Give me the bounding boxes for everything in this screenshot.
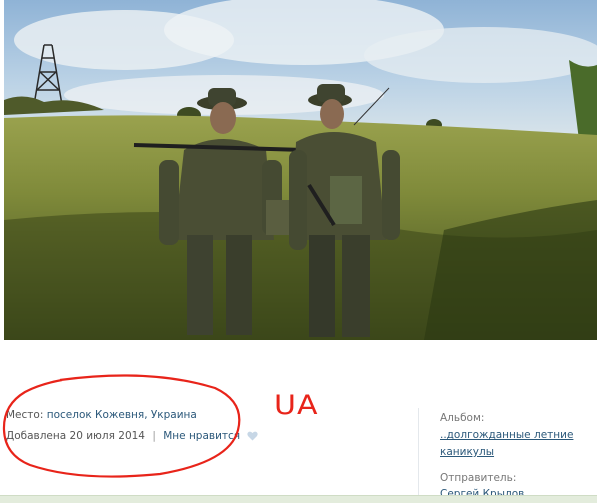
place-line: Место: поселок Кожевня, Украина [6,409,197,421]
place-label: Место: [6,409,44,421]
added-date: Добавлена 20 июля 2014 [6,430,145,442]
bottom-strip [0,495,597,503]
photo-view-page: Место: поселок Кожевня, Украина Добавлен… [0,0,597,503]
separator: | [152,430,156,442]
ua-annotation: UA [274,389,319,422]
vertical-divider [418,408,419,503]
place-link[interactable]: поселок Кожевня, Украина [47,409,197,421]
like-button[interactable]: Мне нравится [163,430,240,442]
heart-icon[interactable] [247,431,259,444]
album-link[interactable]: ..долгожданные летние каникулы [440,427,590,461]
added-line: Добавлена 20 июля 2014 | Мне нравится [6,430,259,444]
album-label: Альбом: [440,412,485,424]
sender-label: Отправитель: [440,472,517,484]
red-circle-annotation [2,374,241,478]
photo-image[interactable] [4,0,597,340]
